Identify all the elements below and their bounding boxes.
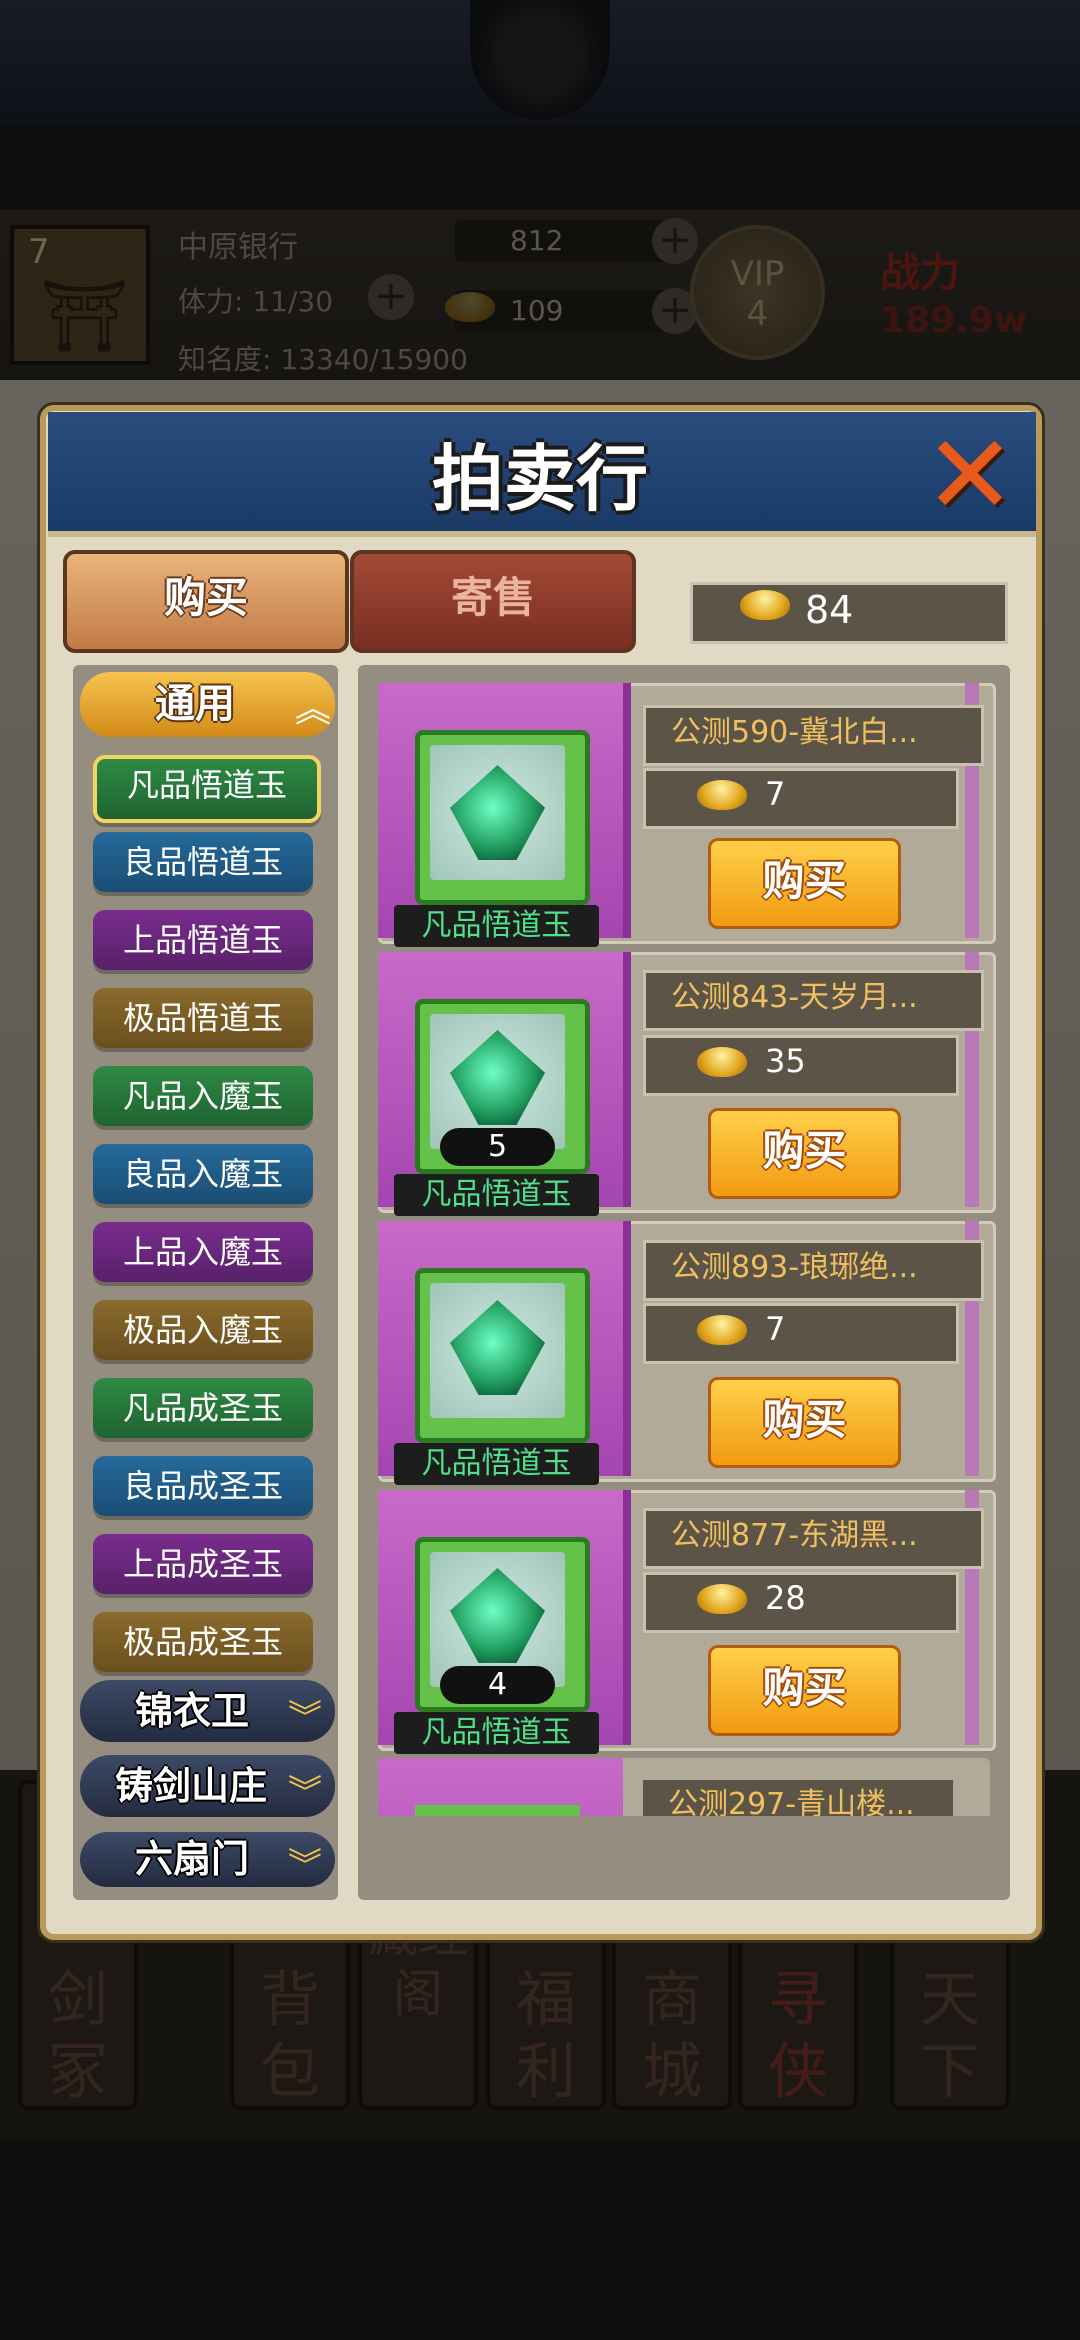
category-item[interactable]: 上品成圣玉	[93, 1534, 313, 1594]
chevron-down-icon[interactable]: ︾	[288, 1690, 322, 1739]
buy-button[interactable]: 购买	[708, 1108, 901, 1199]
category-item[interactable]: 极品成圣玉	[93, 1612, 313, 1672]
price-value: 35	[765, 1042, 806, 1080]
item-quantity: 5	[440, 1128, 555, 1166]
item-name: 凡品悟道玉	[394, 1174, 599, 1216]
seller-name: 公测893-琅琊绝...	[643, 1240, 984, 1301]
seller-name: 公测297-青山楼...	[643, 1780, 953, 1816]
price-value: 7	[765, 1310, 786, 1348]
item-name: 凡品悟道玉	[394, 1443, 599, 1485]
seller-name: 公测843-天岁月...	[643, 970, 984, 1031]
category-item[interactable]: 极品入魔玉	[93, 1300, 313, 1360]
chevron-up-icon[interactable]: ︽	[295, 680, 331, 732]
buy-button[interactable]: 购买	[708, 1377, 901, 1468]
buy-button[interactable]: 购买	[708, 838, 901, 929]
item-name: 凡品悟道玉	[394, 905, 599, 947]
category-item[interactable]: 良品悟道玉	[93, 832, 313, 892]
category-item[interactable]: 凡品成圣玉	[93, 1378, 313, 1438]
seller-name: 公测877-东湖黑...	[643, 1508, 984, 1569]
buy-button[interactable]: 购买	[708, 1645, 901, 1736]
gold-ingot-icon	[697, 1047, 747, 1081]
category-item[interactable]: 上品悟道玉	[93, 910, 313, 970]
close-icon[interactable]: ✕	[905, 415, 1035, 535]
category-item[interactable]: 上品入魔玉	[93, 1222, 313, 1282]
item-quantity: 4	[440, 1666, 555, 1704]
category-item[interactable]: 凡品悟道玉	[93, 755, 321, 823]
price-box	[643, 768, 959, 829]
gold-ingot-icon	[697, 1315, 747, 1349]
seller-name: 公测590-冀北白...	[643, 705, 984, 766]
category-item[interactable]: 良品入魔玉	[93, 1144, 313, 1204]
listing-card-partial: 公测297-青山楼...	[378, 1758, 990, 1816]
chevron-down-icon[interactable]: ︾	[288, 1765, 322, 1814]
gold-ingot-icon	[697, 780, 747, 814]
category-item[interactable]: 极品悟道玉	[93, 988, 313, 1048]
category-item[interactable]: 凡品入魔玉	[93, 1066, 313, 1126]
price-value: 28	[765, 1579, 806, 1617]
tab-buy[interactable]: 购买	[63, 550, 349, 653]
item-name: 凡品悟道玉	[394, 1712, 599, 1754]
price-box	[643, 1303, 959, 1364]
gold-balance-value: 84	[805, 588, 854, 632]
tab-sell[interactable]: 寄售	[350, 550, 636, 653]
gold-ingot-icon	[697, 1584, 747, 1618]
category-item[interactable]: 良品成圣玉	[93, 1456, 313, 1516]
gold-ingot-icon	[740, 590, 790, 624]
price-value: 7	[765, 775, 786, 813]
chevron-down-icon[interactable]: ︾	[288, 1838, 322, 1887]
